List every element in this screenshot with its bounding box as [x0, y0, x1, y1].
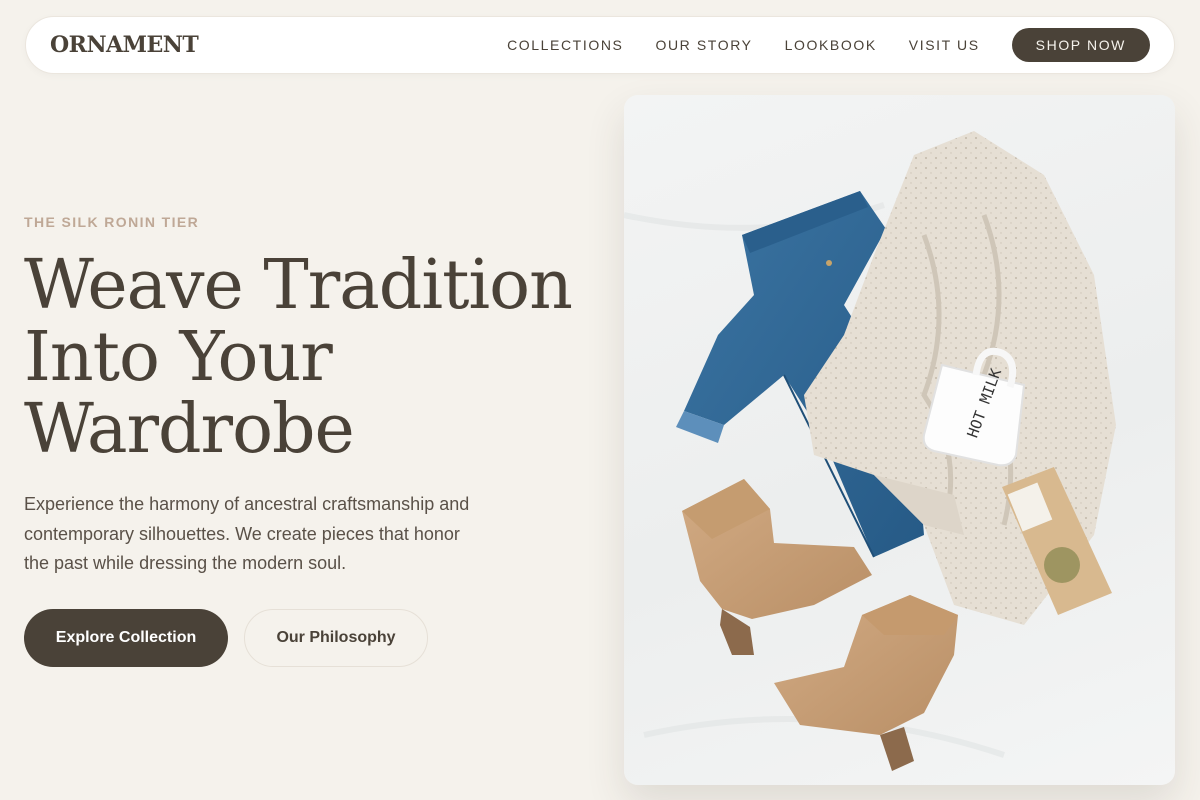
- hero-image: HOT MILK: [624, 95, 1175, 785]
- hero-headline: Weave Tradition Into Your Wardrobe: [24, 250, 604, 466]
- nav-link-our-story[interactable]: OUR STORY: [655, 37, 752, 53]
- top-navbar: ORNAMENT COLLECTIONS OUR STORY LOOKBOOK …: [25, 16, 1175, 74]
- explore-collection-button[interactable]: Explore Collection: [24, 609, 228, 667]
- boot-right-graphic: [774, 595, 958, 771]
- headline-line-3: Wardrobe: [24, 390, 355, 469]
- nav-link-lookbook[interactable]: LOOKBOOK: [785, 37, 877, 53]
- hero-description: Experience the harmony of ancestral craf…: [24, 494, 470, 573]
- brand-logo[interactable]: ORNAMENT: [50, 32, 199, 58]
- boot-left-graphic: [682, 479, 872, 655]
- headline-line-1: Weave Tradition: [24, 246, 573, 325]
- nav-links: COLLECTIONS OUR STORY LOOKBOOK VISIT US: [507, 37, 980, 53]
- headline-line-2: Into Your: [24, 318, 333, 397]
- nav-link-collections[interactable]: COLLECTIONS: [507, 37, 623, 53]
- nav-link-visit-us[interactable]: VISIT US: [909, 37, 980, 53]
- flatlay-illustration: HOT MILK: [624, 131, 1116, 771]
- shop-now-button[interactable]: SHOP NOW: [1011, 28, 1150, 62]
- our-philosophy-button[interactable]: Our Philosophy: [244, 609, 428, 667]
- hero-eyebrow: THE SILK RONIN TIER: [24, 214, 200, 230]
